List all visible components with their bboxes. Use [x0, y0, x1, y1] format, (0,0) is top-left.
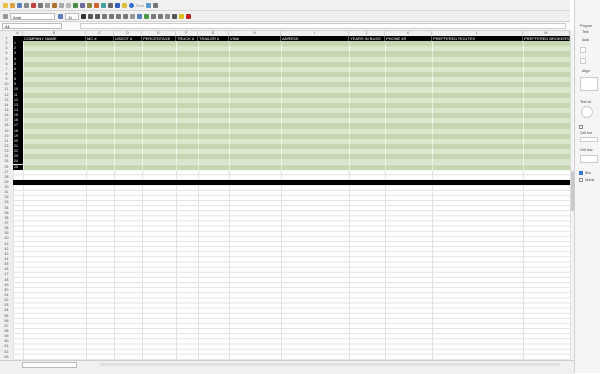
open-folder-icon[interactable]: [10, 2, 15, 8]
italic-icon[interactable]: [88, 13, 93, 19]
styles-icon[interactable]: [3, 13, 8, 19]
name-box[interactable]: A1: [2, 23, 62, 29]
cut-icon[interactable]: [38, 2, 43, 8]
cell-background-label: Cell bac: [580, 148, 593, 152]
paste-icon[interactable]: [52, 2, 57, 8]
chart-icon[interactable]: [94, 2, 99, 8]
number-format-checkbox[interactable]: [579, 178, 583, 182]
column-title[interactable]: TRUCK #: [176, 36, 198, 41]
cell-background-picker[interactable]: [580, 155, 598, 163]
cell-border-label: Cell bor: [580, 131, 593, 135]
status-bar: [0, 360, 574, 374]
sort-icon[interactable]: [80, 2, 85, 8]
cell-separator: [432, 164, 433, 170]
table-footer-row: [13, 180, 570, 185]
align-center-icon[interactable]: [109, 13, 114, 19]
cell-separator: [23, 164, 24, 170]
horizontal-scrollbar[interactable]: [100, 363, 560, 366]
pdf-icon[interactable]: [31, 2, 36, 8]
image-icon[interactable]: [101, 2, 106, 8]
sidebar-title: Proper: [580, 23, 593, 28]
alignment-controls[interactable]: [580, 77, 598, 91]
border-icon[interactable]: [172, 13, 177, 19]
save-icon[interactable]: [17, 2, 22, 8]
formatting-toolbar: Arial 11: [0, 11, 570, 22]
column-title[interactable]: MC #: [86, 36, 114, 41]
merge-cells-icon[interactable]: [137, 13, 142, 19]
undo-icon[interactable]: [59, 2, 64, 8]
indent-icon[interactable]: [165, 13, 170, 19]
font-size-box[interactable]: 11: [65, 12, 79, 20]
table-row[interactable]: [13, 164, 570, 170]
navigator-icon[interactable]: [145, 2, 151, 8]
sidebar-font-label[interactable]: Arial: [582, 38, 589, 42]
font-color-toggle[interactable]: [580, 58, 586, 64]
align-right-icon[interactable]: [116, 13, 121, 19]
text-section-label[interactable]: Text: [582, 30, 588, 34]
print-icon[interactable]: [24, 2, 29, 8]
column-title[interactable]: YEARS IN BUSS: [349, 36, 385, 41]
decimal-icon[interactable]: [158, 13, 163, 19]
wrap-checkbox[interactable]: [579, 125, 583, 129]
cell-separator: [523, 164, 524, 170]
number-format-label: Numb: [585, 178, 595, 182]
column-title[interactable]: PHONE #S: [385, 36, 432, 41]
background-color-icon[interactable]: [179, 13, 184, 19]
cell-separator: [142, 164, 143, 170]
align-left-icon[interactable]: [102, 13, 107, 19]
properties-sidebar: Proper Text Arial Align Text ori Cell bo…: [574, 0, 600, 373]
font-color-icon[interactable]: [186, 13, 191, 19]
row-headers: 1 2 3 4 5 6 7 8 9 10 11 12 13 14 15 16 17 18 19 20 21 22 23 24 2…: [0, 36, 14, 360]
standard-toolbar: Find: [0, 0, 570, 11]
cell-separator: [114, 164, 115, 170]
cell-separator: [281, 164, 282, 170]
hyperlink-icon[interactable]: [115, 2, 120, 8]
row-id-cell[interactable]: 25: [13, 164, 23, 170]
filter-icon[interactable]: [87, 2, 92, 8]
orientation-dial[interactable]: [581, 106, 593, 118]
column-title[interactable]: TRAILER #: [198, 36, 229, 41]
column-title[interactable]: PERCENTAGE: [142, 36, 176, 41]
find-field[interactable]: Find: [136, 3, 144, 8]
column-title[interactable]: VIN#: [229, 36, 281, 41]
chevron-down-icon[interactable]: [58, 13, 63, 19]
cell-separator: [229, 164, 230, 170]
bold-icon[interactable]: [81, 13, 86, 19]
special-char-icon[interactable]: [108, 2, 113, 8]
column-title[interactable]: PREFFERED ROUTES: [432, 36, 523, 41]
percent-icon[interactable]: [151, 13, 156, 19]
cell-separator: [385, 164, 386, 170]
cell-separator: [176, 164, 177, 170]
spellcheck-icon[interactable]: [73, 2, 78, 8]
column-title[interactable]: COMPANY NAME: [23, 36, 86, 41]
show-grid-label: Sho: [585, 171, 592, 175]
cell-separator: [349, 164, 350, 170]
formula-input[interactable]: [80, 23, 566, 29]
column-title[interactable]: ADRESS: [281, 36, 349, 41]
formula-bar: A1: [0, 22, 570, 31]
redo-icon[interactable]: [66, 2, 71, 8]
justify-icon[interactable]: [123, 13, 128, 19]
help-icon[interactable]: [129, 2, 134, 8]
column-title[interactable]: PREFFERED BROKERS: [523, 36, 570, 41]
column-title[interactable]: USDOT #: [114, 36, 142, 41]
bold-toggle[interactable]: [580, 47, 586, 53]
comment-icon[interactable]: [122, 2, 127, 8]
font-name-box[interactable]: Arial: [10, 12, 55, 20]
text-orientation-label: Text ori: [580, 100, 592, 104]
cell-border-picker[interactable]: [580, 137, 598, 142]
new-document-icon[interactable]: [3, 2, 8, 8]
copy-icon[interactable]: [45, 2, 50, 8]
sidebar-toggle-icon[interactable]: [152, 2, 158, 8]
underline-icon[interactable]: [95, 13, 100, 19]
currency-icon[interactable]: [144, 13, 149, 19]
table-header-row: COMPANY NAME MC # USDOT # PERCENTAGE TRUCK #…: [13, 36, 570, 41]
sheet-tab[interactable]: [22, 362, 77, 368]
alignment-section-label[interactable]: Align: [582, 69, 590, 73]
cell-separator: [198, 164, 199, 170]
cell-separator: [86, 164, 87, 170]
show-grid-checkbox[interactable]: [579, 171, 583, 175]
wrap-text-icon[interactable]: [130, 13, 135, 19]
